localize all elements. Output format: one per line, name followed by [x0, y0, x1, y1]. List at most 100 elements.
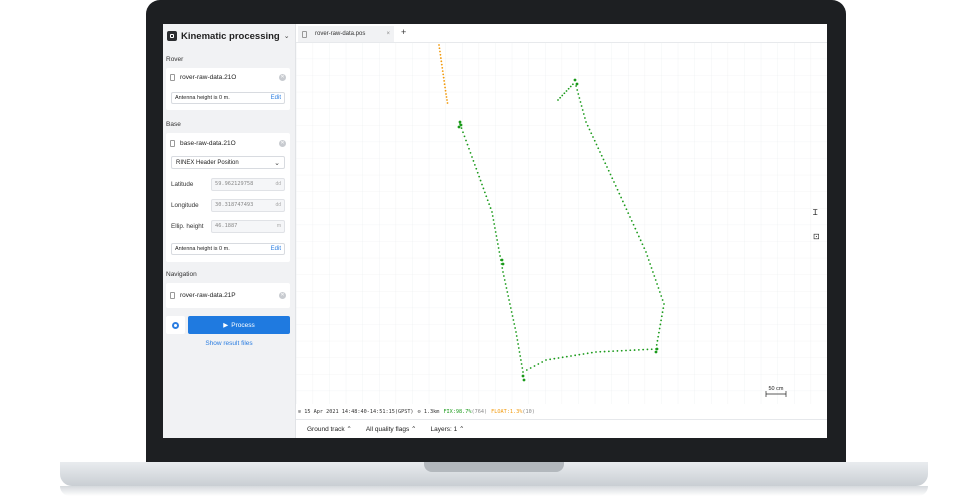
track-point — [584, 117, 586, 119]
track-point — [482, 187, 485, 190]
close-icon[interactable]: × — [386, 31, 390, 37]
ground-track-menu[interactable]: Ground track ⌃ — [307, 425, 352, 433]
track-point — [620, 349, 623, 352]
track-point — [463, 135, 466, 138]
app-header[interactable]: Kinematic processing ⌄ — [167, 28, 290, 44]
ellip-height-unit: m — [276, 223, 281, 229]
tab-rover-raw-data-pos[interactable]: rover-raw-data.pos × — [298, 26, 394, 42]
track-point — [595, 143, 598, 146]
ground-track-map[interactable]: 50 cm — [296, 42, 827, 404]
track-point — [479, 179, 482, 182]
fit-view-icon[interactable]: ⊡ — [813, 232, 820, 241]
tab-bar: rover-raw-data.pos × + — [296, 24, 827, 43]
fix-stat: FIX:98.7%(764) — [443, 409, 487, 415]
track-point — [611, 177, 614, 180]
track-point — [590, 132, 593, 135]
track-point — [658, 331, 660, 334]
track-point — [510, 311, 513, 313]
settings-button[interactable] — [166, 316, 185, 334]
add-tab-button[interactable]: + — [401, 27, 406, 37]
track-point — [513, 323, 516, 325]
track-point — [473, 163, 476, 166]
track-point — [578, 97, 581, 99]
text-cursor-icon[interactable]: Ɪ — [813, 207, 817, 218]
track-point — [446, 102, 449, 104]
track-point — [580, 105, 583, 107]
track-point — [525, 369, 528, 371]
track-point — [438, 47, 441, 50]
longitude-label: Longitude — [171, 201, 199, 209]
track-point — [590, 351, 593, 354]
fix-text: FIX:98.7% — [443, 409, 472, 415]
distance: ⊙ 1.3km — [417, 409, 440, 415]
track-point — [600, 154, 603, 157]
track-point — [577, 93, 580, 95]
track-point — [508, 299, 510, 301]
track-point — [442, 73, 445, 76]
rover-section-label: Rover — [166, 56, 184, 63]
layers-menu[interactable]: Layers: 1 ⌃ — [430, 425, 464, 433]
base-file-name: base-raw-data.21O — [180, 139, 236, 147]
track-point — [586, 352, 589, 355]
process-button[interactable]: ▶ Process — [188, 316, 290, 334]
track-point — [620, 196, 623, 199]
play-icon: ▶ — [223, 322, 229, 329]
file-icon — [302, 30, 307, 38]
track-point — [575, 82, 579, 86]
rover-card: rover-raw-data.21O ✕ Antenna height is 0… — [166, 68, 290, 110]
track-point — [649, 263, 652, 265]
remove-file-icon[interactable]: ✕ — [279, 139, 286, 147]
latitude-field[interactable]: 59.962129758 dd — [211, 177, 285, 191]
track-point — [582, 113, 585, 115]
track-point — [488, 203, 491, 206]
rover-antenna-edit-link[interactable]: Edit — [271, 95, 281, 101]
rover-file-name: rover-raw-data.21O — [180, 73, 237, 81]
track-point — [599, 350, 602, 353]
process-button-label: Process — [231, 321, 255, 329]
track-point — [656, 283, 658, 285]
track-point — [502, 275, 505, 277]
track-point — [521, 374, 525, 378]
track-point — [654, 350, 658, 354]
quality-flags-menu[interactable]: All quality flags ⌃ — [366, 425, 417, 433]
longitude-field[interactable]: 30.318747493 dd — [211, 198, 285, 212]
ellip-height-field[interactable]: 46.1887 m — [211, 219, 285, 233]
track-point — [466, 143, 469, 146]
map-grid — [296, 42, 827, 404]
base-position-select[interactable]: RINEX Header Position ⌄ — [171, 156, 285, 169]
track-point — [496, 243, 499, 245]
track-point — [641, 243, 644, 246]
track-point — [660, 315, 663, 318]
track-point — [597, 147, 600, 150]
track-point — [647, 259, 650, 261]
track-point — [517, 343, 519, 345]
track-point — [578, 353, 581, 356]
file-icon — [170, 291, 175, 299]
navigation-card: rover-raw-data.21P ✕ — [166, 283, 290, 308]
base-section-label: Base — [166, 121, 181, 128]
distance-text: 1.3km — [423, 409, 440, 415]
latitude-unit: dd — [275, 181, 281, 187]
track-point — [632, 223, 635, 226]
show-result-files-link[interactable]: Show result files — [163, 340, 295, 347]
remove-file-icon[interactable]: ✕ — [279, 73, 286, 81]
track-point — [614, 184, 617, 187]
track-point — [492, 219, 495, 221]
track-point — [439, 53, 442, 56]
track-point — [658, 291, 661, 293]
track-point — [660, 295, 663, 297]
track-point — [661, 311, 664, 314]
remove-file-icon[interactable]: ✕ — [279, 291, 286, 299]
track-point — [502, 271, 504, 273]
track-point — [444, 89, 447, 92]
base-antenna-edit-link[interactable]: Edit — [271, 246, 281, 252]
sidebar: Kinematic processing ⌄ Rover rover-raw-d… — [163, 24, 296, 438]
track-point — [499, 255, 501, 257]
track-point — [501, 267, 504, 269]
navigation-file-name: rover-raw-data.21P — [180, 291, 236, 299]
track-point — [569, 85, 572, 88]
track-point — [516, 339, 519, 341]
track-point — [655, 344, 658, 346]
track-point — [606, 166, 608, 168]
track-point — [443, 83, 446, 86]
